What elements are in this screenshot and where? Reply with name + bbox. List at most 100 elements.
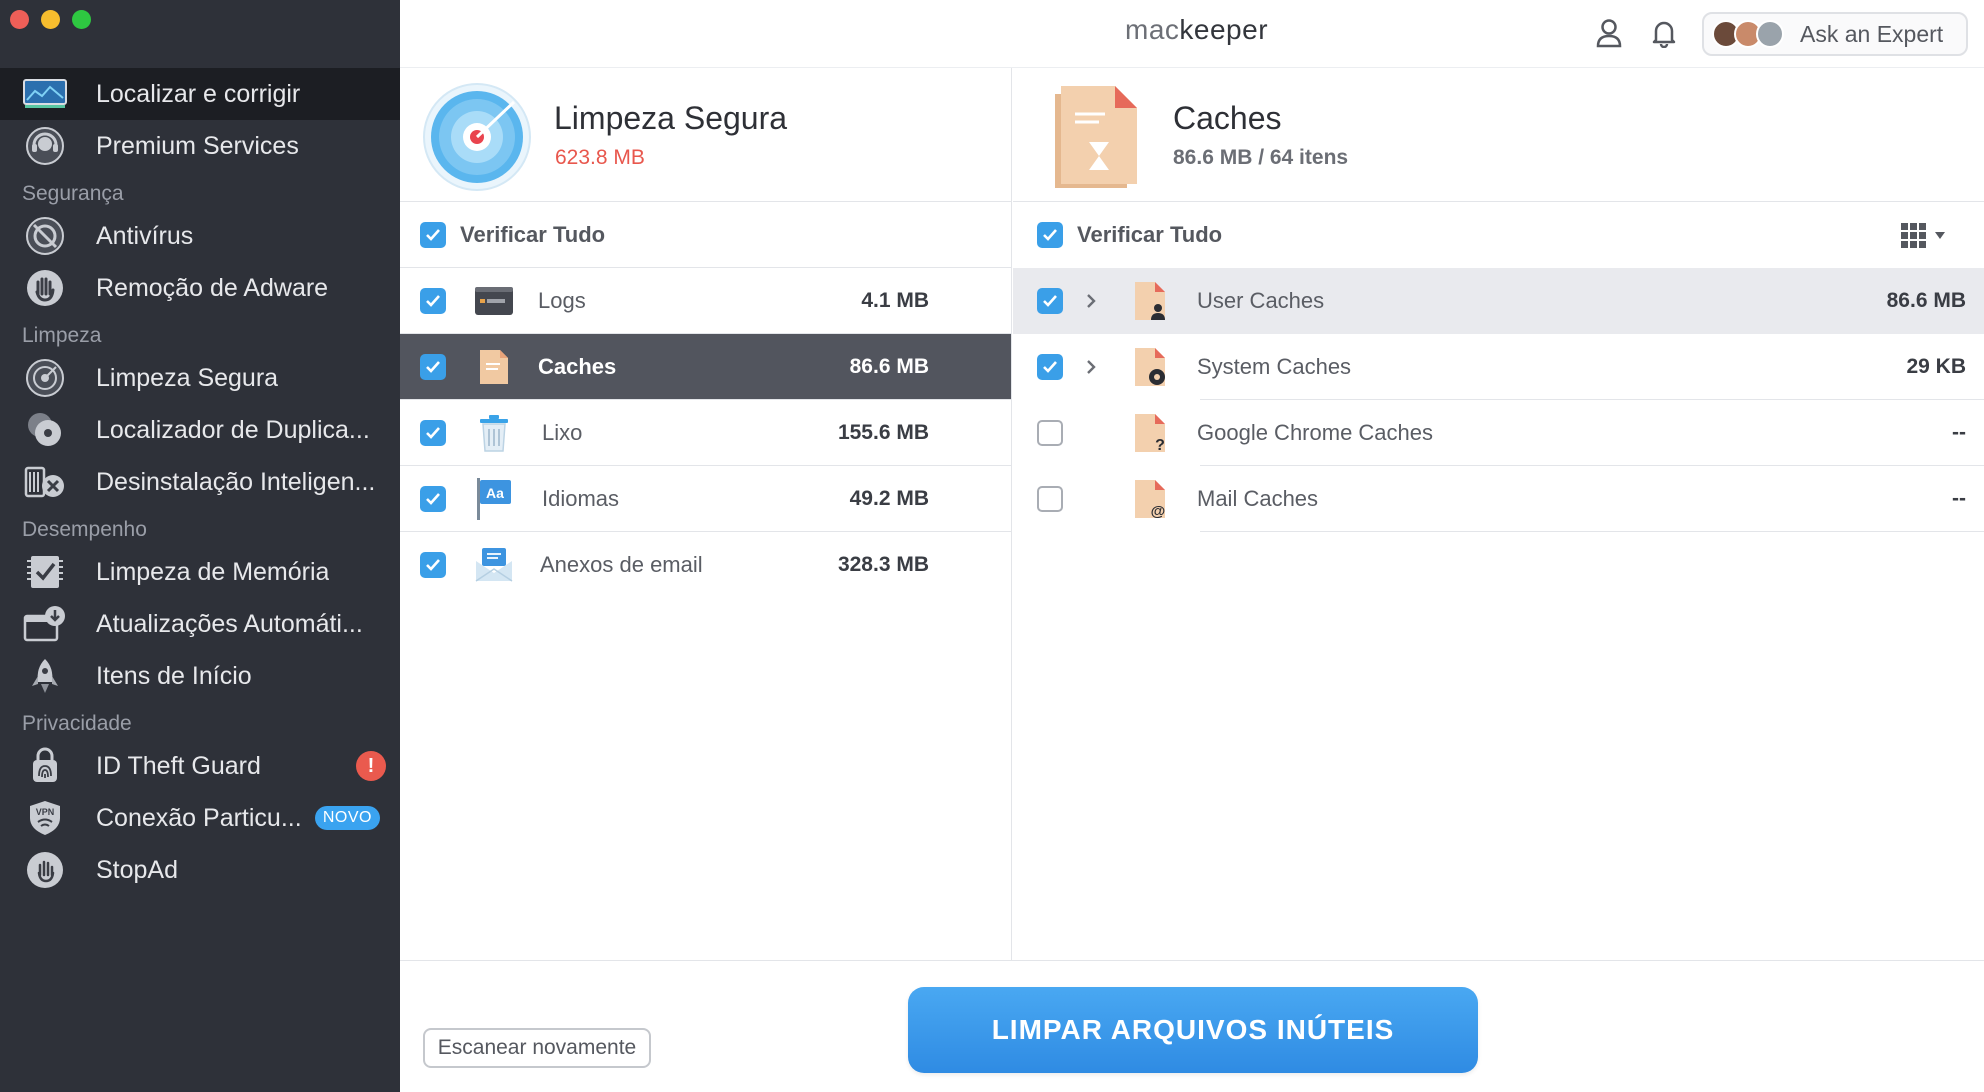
item-checkbox[interactable]: [1037, 288, 1063, 314]
sidebar-item-label: Premium Services: [96, 131, 299, 160]
item-size: 328.3 MB: [837, 553, 929, 576]
stop-hand-icon: [22, 850, 68, 890]
item-name: User Caches: [1197, 288, 1325, 313]
rocket-icon: [22, 656, 68, 696]
alert-badge: !: [356, 751, 386, 781]
sidebar-item-safe-cleanup[interactable]: Limpeza Segura: [0, 352, 400, 404]
chevron-right-icon[interactable]: [1077, 359, 1105, 375]
user-cache-file-icon: [1131, 279, 1171, 323]
bell-icon[interactable]: [1647, 16, 1681, 50]
clean-junk-button[interactable]: LIMPAR ARQUIVOS INÚTEIS: [908, 987, 1478, 1073]
item-name: Caches: [538, 353, 617, 379]
item-name: Google Chrome Caches: [1197, 420, 1434, 445]
svg-text:?: ?: [1155, 437, 1165, 454]
list-item[interactable]: @ Mail Caches --: [1013, 466, 1984, 532]
caches-summary: 86.6 MB / 64 itens: [1173, 146, 1349, 169]
cache-file-icon: [472, 345, 516, 389]
list-item[interactable]: ? Google Chrome Caches --: [1013, 400, 1984, 466]
check-all-checkbox[interactable]: [1037, 222, 1063, 248]
new-badge: NOVO: [314, 806, 380, 830]
list-item[interactable]: User Caches 86.6 MB: [1013, 268, 1984, 334]
sidebar-item-memory-cleaner[interactable]: Limpeza de Memória: [0, 546, 400, 598]
item-name: Mail Caches: [1197, 486, 1319, 511]
item-checkbox[interactable]: [1037, 486, 1063, 512]
cleanup-header: Limpeza Segura 623.8 MB: [400, 68, 1011, 202]
list-item[interactable]: System Caches 29 KB: [1013, 334, 1984, 400]
panel-title: Caches: [1173, 100, 1282, 136]
vpn-shield-icon: VPN: [22, 798, 68, 838]
chevron-down-icon: [1935, 232, 1945, 239]
item-checkbox[interactable]: [420, 552, 446, 578]
grid-view-toggle[interactable]: [1900, 222, 1946, 250]
item-size: 49.2 MB: [849, 486, 929, 510]
sidebar-section-cleaning: Limpeza: [22, 324, 102, 347]
monitor-chart-icon: [22, 74, 68, 114]
item-checkbox[interactable]: [420, 419, 446, 446]
row-divider: [1200, 531, 1984, 532]
rescan-button[interactable]: Escanear novamente: [423, 1028, 651, 1068]
sidebar-section-performance: Desempenho: [22, 518, 147, 541]
list-item[interactable]: Logs 4.1 MB: [400, 268, 1011, 334]
list-item[interactable]: Caches 86.6 MB: [400, 334, 1011, 400]
caches-file-icon: [1049, 80, 1145, 197]
minimize-window-button[interactable]: [41, 10, 60, 29]
top-bar: mackeeper Ask an Expert: [400, 0, 1984, 68]
list-item[interactable]: Aa Idiomas 49.2 MB: [400, 466, 1011, 532]
sidebar-item-stopad[interactable]: StopAd: [0, 844, 400, 896]
item-checkbox[interactable]: [420, 485, 446, 512]
sidebar: Localizar e corrigir Premium Services Se…: [0, 0, 400, 1092]
list-item[interactable]: Lixo 155.6 MB: [400, 400, 1011, 466]
list-item[interactable]: Anexos de email 328.3 MB: [400, 532, 1011, 598]
sidebar-item-duplicate-finder[interactable]: Localizador de Duplica...: [0, 404, 400, 456]
headset-icon: [22, 126, 68, 166]
system-cache-file-icon: [1131, 345, 1171, 389]
item-name: Idiomas: [542, 485, 620, 511]
safe-cleanup-disc-icon: [422, 82, 532, 197]
memory-check-icon: [22, 552, 68, 592]
item-checkbox[interactable]: [1037, 354, 1063, 380]
item-size: --: [1952, 421, 1966, 444]
item-name: Lixo: [542, 419, 583, 445]
details-header: Caches 86.6 MB / 64 itens: [1013, 68, 1984, 202]
sidebar-item-adware-removal[interactable]: Remoção de Adware: [0, 262, 400, 314]
sidebar-item-antivirus[interactable]: Antivírus: [0, 210, 400, 262]
sidebar-item-smart-uninstaller[interactable]: Desinstalação Inteligen...: [0, 456, 400, 508]
sidebar-item-label: Antivírus: [96, 221, 194, 250]
ask-expert-button[interactable]: Ask an Expert: [1702, 12, 1968, 56]
account-icon[interactable]: [1592, 16, 1626, 50]
sidebar-item-label: Itens de Início: [96, 661, 252, 690]
item-size: 4.1 MB: [861, 288, 929, 312]
sidebar-item-label: Atualizações Automáti...: [96, 609, 363, 638]
chevron-right-icon[interactable]: [1077, 293, 1105, 309]
uninstall-icon: [22, 462, 68, 502]
chrome-cache-file-icon: ?: [1131, 411, 1171, 455]
trash-icon: [472, 411, 516, 455]
sidebar-item-find-fix[interactable]: Localizar e corrigir: [0, 68, 400, 120]
hand-stop-icon: [22, 268, 68, 308]
check-all-label: Verificar Tudo: [1077, 222, 1223, 247]
check-all-label: Verificar Tudo: [460, 221, 606, 247]
item-checkbox[interactable]: [1037, 420, 1063, 446]
sidebar-item-label: Limpeza Segura: [96, 363, 279, 392]
sidebar-item-id-theft-guard[interactable]: ID Theft Guard !: [0, 740, 400, 792]
grid-icon: [1901, 223, 1926, 248]
zoom-window-button[interactable]: [72, 10, 91, 29]
item-checkbox[interactable]: [420, 287, 446, 314]
sidebar-item-login-items[interactable]: Itens de Início: [0, 650, 400, 702]
panel-title: Limpeza Segura: [554, 100, 788, 136]
sidebar-item-private-connect[interactable]: VPN Conexão Particu... NOVO: [0, 792, 400, 844]
item-name: Logs: [538, 287, 586, 313]
check-all-row: Verificar Tudo: [400, 202, 1011, 268]
sidebar-item-auto-updates[interactable]: Atualizações Automáti...: [0, 598, 400, 650]
sidebar-item-label: Limpeza de Memória: [96, 557, 330, 586]
duplicate-discs-icon: [22, 410, 68, 450]
logs-icon: [472, 279, 516, 323]
item-checkbox[interactable]: [420, 353, 446, 380]
close-window-button[interactable]: [10, 10, 29, 29]
sidebar-item-premium-services[interactable]: Premium Services: [0, 120, 400, 172]
check-all-row: Verificar Tudo: [1013, 202, 1984, 268]
language-flag-icon: Aa: [472, 477, 516, 521]
cleanup-panel: Limpeza Segura 623.8 MB Verificar Tudo L…: [400, 68, 1012, 960]
check-all-checkbox[interactable]: [420, 221, 446, 248]
brand-logo: mackeeper: [1125, 14, 1269, 45]
